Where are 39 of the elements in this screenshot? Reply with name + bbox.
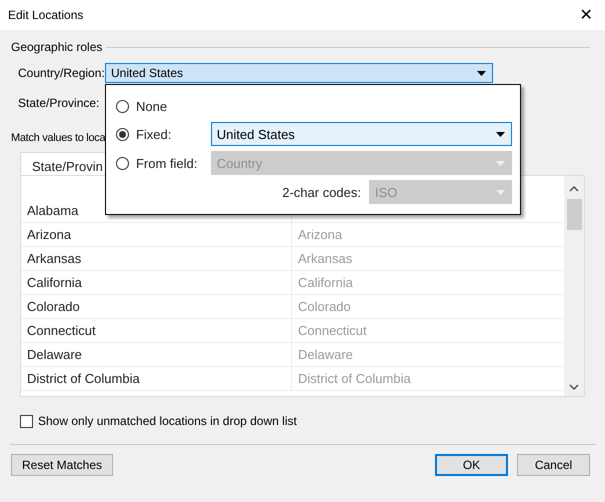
field-label: State/Province: [17,96,100,110]
radio-button[interactable] [116,128,129,140]
dialog-button[interactable]: Reset Matches [11,454,114,476]
match-cell[interactable]: Delaware [292,343,564,366]
table-cell: Arkansas [21,247,292,270]
section-title: Match values to loca [11,132,106,144]
radio-label: None [136,98,168,114]
match-cell[interactable]: Connecticut [292,319,564,342]
dropdown-arrow-icon [496,160,505,166]
match-cell[interactable]: California [292,271,564,294]
scroll-thumb[interactable] [566,199,582,230]
close-button[interactable]: ✕ [575,5,597,25]
table-cell: Connecticut [21,319,292,342]
location-dropdown[interactable]: United States [105,63,493,83]
match-cell[interactable]: Arkansas [292,247,564,270]
window-title: Edit Locations [8,8,84,22]
dialog-button[interactable]: Cancel [517,454,590,476]
table-cell: District of Columbia [21,367,292,390]
radio-button[interactable] [116,156,129,170]
checkbox-label: Show only unmatched locations in drop down list [38,414,297,428]
table-cell: Arizona [21,223,292,246]
dropdown-arrow-icon [496,132,505,136]
match-cell[interactable]: Arizona [292,223,564,246]
field-label: Country/Region: [17,66,105,80]
field-label: 2-char codes: [282,184,361,200]
group-title: Geographic roles [11,40,102,54]
table-cell: California [21,271,292,294]
match-cell[interactable]: District of Columbia [292,367,564,390]
dropdown-arrow-icon [477,70,486,76]
radio-button[interactable] [116,100,129,112]
table-cell: Colorado [21,295,292,318]
dialog-button[interactable]: OK [435,454,508,476]
checkbox[interactable] [20,414,33,428]
dropdown-arrow-icon [496,190,505,194]
option-dropdown[interactable]: United States [210,122,512,146]
scrollbar[interactable] [564,176,584,396]
table-cell: Delaware [21,343,292,366]
radio-label: Fixed: [136,126,172,142]
match-cell[interactable]: Colorado [292,295,564,318]
